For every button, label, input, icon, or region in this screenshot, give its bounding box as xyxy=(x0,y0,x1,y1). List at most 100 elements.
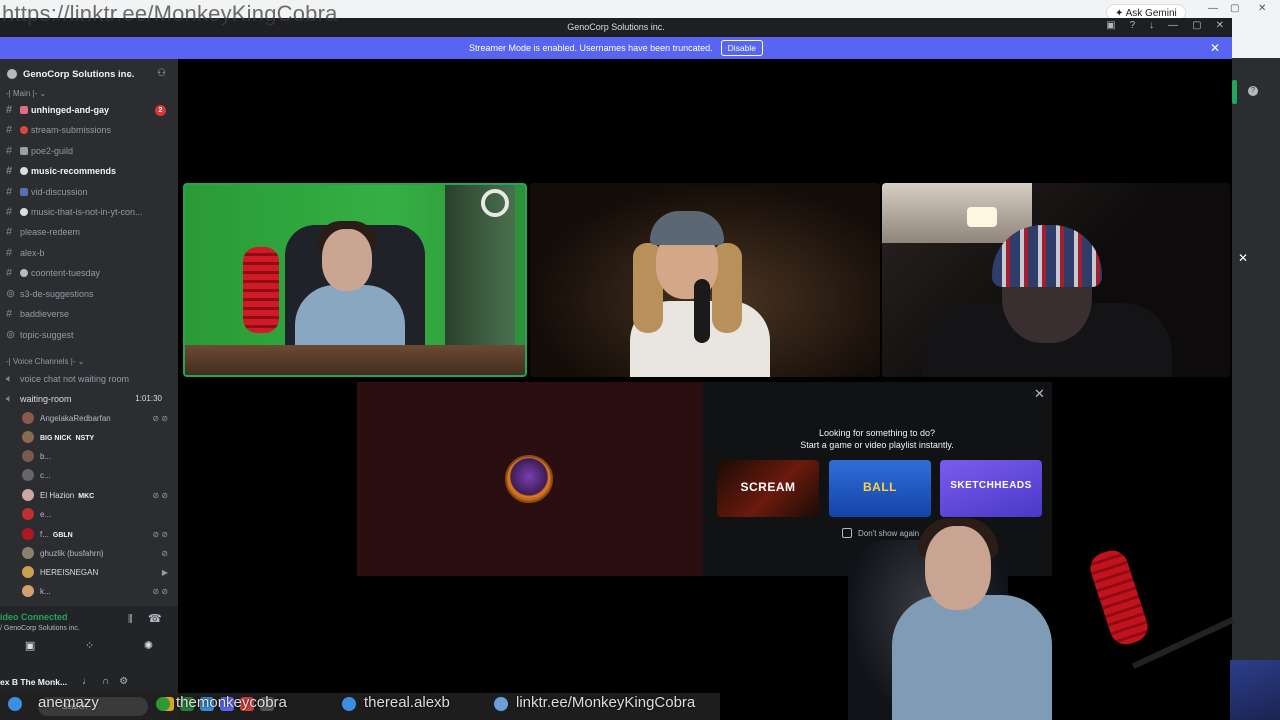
channel-alex-b[interactable]: # alex-b xyxy=(6,244,172,262)
avatar xyxy=(22,547,34,559)
panel-close-icon[interactable]: ✕ xyxy=(1238,251,1248,265)
voice-user[interactable]: e... xyxy=(22,506,172,524)
hash-icon: # xyxy=(6,145,13,157)
voice-user[interactable]: c... xyxy=(22,467,172,485)
microphone-icon[interactable]: ♩ xyxy=(82,676,92,687)
channel-stream-submissions[interactable]: # stream-submissions xyxy=(6,121,172,139)
server-tag: MKC xyxy=(78,493,95,500)
voice-user[interactable]: b... xyxy=(22,448,172,466)
screen-share-icon[interactable]: ▣ xyxy=(25,639,35,659)
dont-show-again[interactable]: Don't show again xyxy=(842,528,919,540)
hash-icon: # xyxy=(6,165,13,177)
channel-music-not-in-yt[interactable]: # music-that-is-not-in-yt-con... xyxy=(6,203,172,221)
voice-user[interactable]: HEREISNEGAN ▶ xyxy=(22,564,172,582)
voice-user-name: c... xyxy=(40,471,51,480)
voice-user[interactable]: El Hazion MKC ⊘ ⊘ xyxy=(22,487,172,505)
activity-card-8ball[interactable]: BALL xyxy=(829,460,931,517)
channel-please-redeem[interactable]: # please-redeem xyxy=(6,223,172,241)
download-icon[interactable]: ↓ xyxy=(1149,20,1154,31)
channel-baddieverse[interactable]: # baddieverse xyxy=(6,305,172,323)
channel-sidebar: GenoCorp Solutions inc. ⌄ ⚇ -| Main |- ⌄… xyxy=(0,59,178,720)
microphone xyxy=(694,279,710,343)
window-maximize-icon[interactable]: ▢ xyxy=(1192,20,1201,31)
voice-user[interactable]: AngelakaRedbarfan ⊘ ⊘ xyxy=(22,410,172,428)
titlebar-controls: ▣ ? ↓ — ▢ ✕ xyxy=(1106,20,1224,31)
webcam-microphone xyxy=(1086,546,1152,649)
current-user-name[interactable]: ex B The Monk... xyxy=(0,677,67,687)
voice-user-name: k... xyxy=(40,587,51,596)
channel-label: stream-submissions xyxy=(31,125,112,135)
headphones-icon[interactable]: ∩ xyxy=(102,676,109,687)
voice-user[interactable]: k... ⊘ ⊘ xyxy=(22,583,172,601)
channel-unhinged-and-gay[interactable]: # unhinged-and-gay 2 xyxy=(6,101,172,119)
maximize-icon[interactable]: ▢ xyxy=(1230,3,1239,14)
category-main[interactable]: -| Main |- ⌄ xyxy=(6,89,46,98)
disable-streamer-mode-button[interactable]: Disable xyxy=(720,40,763,56)
activity-card-sketchheads[interactable]: SKETCHHEADS xyxy=(940,460,1042,517)
help-icon[interactable]: ? xyxy=(1130,20,1136,31)
noise-suppression-icon[interactable]: ⫼ xyxy=(128,614,133,625)
channel-coontent-tuesday[interactable]: # coontent-tuesday xyxy=(6,264,172,282)
activity-card-scream[interactable]: SCREAM xyxy=(717,460,819,517)
dont-show-checkbox[interactable] xyxy=(842,528,852,538)
activity-title: Looking for something to do? Start a gam… xyxy=(702,427,1052,451)
server-header[interactable]: GenoCorp Solutions inc. ⌄ ⚇ xyxy=(0,59,178,89)
server-tag: GBLN xyxy=(52,532,73,539)
channel-s3-de-suggestions[interactable]: ⊚ s3-de-suggestions xyxy=(6,285,172,303)
webcam-person-face xyxy=(925,526,991,610)
mention-badge: 2 xyxy=(155,105,166,116)
soundboard-icon[interactable]: ✺ xyxy=(144,639,153,659)
instagram-icon xyxy=(8,697,22,711)
dont-show-label: Don't show again xyxy=(858,529,920,538)
microphone xyxy=(243,247,279,333)
video-tile-guest[interactable] xyxy=(530,183,880,377)
close-icon[interactable]: ✕ xyxy=(1258,3,1266,14)
voice-status[interactable]: ideo Connected xyxy=(0,612,68,622)
channel-poe2-guild[interactable]: # poe2-guild xyxy=(6,142,172,160)
window-minimize-icon[interactable]: — xyxy=(1168,20,1178,31)
voice-user[interactable]: f... GBLN ⊘ ⊘ xyxy=(22,526,172,544)
settings-gear-icon[interactable]: ⚙ xyxy=(119,676,128,687)
activities-icon[interactable]: ⁘ xyxy=(85,639,94,659)
hash-icon: # xyxy=(6,186,13,198)
voice-user-name: ghuzlik (busfahrn) xyxy=(40,549,104,558)
video-tile-guest-dark[interactable] xyxy=(882,183,1230,377)
help-circle-icon[interactable]: ? xyxy=(1248,86,1258,96)
ring-light xyxy=(481,189,509,217)
window-close-icon[interactable]: ✕ xyxy=(1216,20,1224,31)
chevron-down-icon[interactable]: ⌄ xyxy=(126,68,134,79)
channel-label: poe2-guild xyxy=(31,146,74,156)
inbox-icon[interactable]: ▣ xyxy=(1106,20,1115,31)
activity-close-icon[interactable]: ✕ xyxy=(1034,386,1045,402)
voice-channel-waiting-room[interactable]: 🔈︎ waiting-room 1:01:30 xyxy=(6,390,172,408)
activity-title-line2: Start a game or video playlist instantly… xyxy=(800,440,954,450)
voice-user[interactable]: ghuzlik (busfahrn) ⊘ xyxy=(22,545,172,563)
voice-user-name: e... xyxy=(40,510,52,519)
camera-icon: ▶ xyxy=(161,568,168,577)
webcam-person-torso xyxy=(892,595,1052,720)
disconnect-icon[interactable]: ☎ xyxy=(148,612,162,625)
voice-user-name: AngelakaRedbarfan xyxy=(40,414,111,423)
avatar xyxy=(505,455,553,503)
channel-topic-suggest[interactable]: ⊚ topic-suggest xyxy=(6,326,172,344)
voice-user[interactable]: BIG NICK NSTY xyxy=(22,429,172,447)
category-voice-label: -| Voice Channels |- xyxy=(6,357,76,366)
banner-close-icon[interactable]: ✕ xyxy=(1210,41,1220,55)
channel-label: vid-discussion xyxy=(31,187,88,197)
youtube-icon xyxy=(156,697,170,711)
avatar xyxy=(22,450,34,462)
avatar xyxy=(22,508,34,520)
voice-channel-not-waiting-room[interactable]: 🔈︎ voice chat not waiting room xyxy=(6,370,172,388)
streamer-mode-banner: Streamer Mode is enabled. Usernames have… xyxy=(0,37,1232,59)
category-voice[interactable]: -| Voice Channels |- ⌄ xyxy=(6,357,84,366)
minimize-icon[interactable]: — xyxy=(1208,3,1218,14)
channel-vid-discussion[interactable]: # vid-discussion xyxy=(6,183,172,201)
channel-label: unhinged-and-gay xyxy=(31,105,109,115)
avatar xyxy=(22,566,34,578)
video-tile-streamer[interactable] xyxy=(183,183,527,377)
channel-music-recommends[interactable]: # music-recommends xyxy=(6,162,172,180)
voice-user-name: BIG NICK xyxy=(40,435,72,442)
speaker-icon: 🔈︎ xyxy=(6,373,13,385)
add-user-icon[interactable]: ⚇ xyxy=(157,68,166,79)
stream-overlay-url: https://linktr.ee/MonkeyKingCobra xyxy=(2,1,338,26)
